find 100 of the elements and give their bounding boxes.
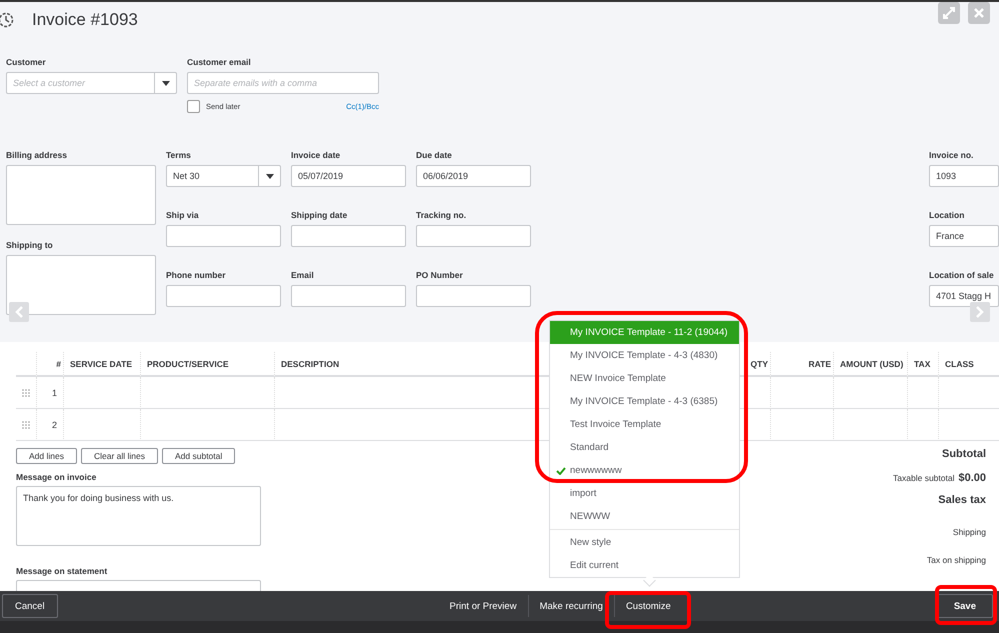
field-label: Tracking no. (416, 210, 468, 221)
field-label: Email (291, 270, 315, 281)
menu-item[interactable]: newwwwww (550, 459, 739, 482)
column-header: PRODUCT/SERVICE (140, 352, 274, 377)
table-cell[interactable] (770, 409, 833, 441)
select-field[interactable]: Net 30 (166, 165, 281, 187)
menu-item[interactable]: My INVOICE Template - 4-3 (6385) (550, 390, 739, 413)
caret-icon (162, 80, 170, 86)
field-label: Shipping to (6, 240, 54, 251)
field-label: Message on statement (16, 566, 108, 576)
table-cell[interactable] (770, 377, 833, 409)
line-number: 2 (36, 409, 63, 441)
save-button[interactable]: Save (936, 594, 993, 618)
field-label: Location of sale (929, 270, 995, 281)
column-header: # (36, 352, 63, 377)
field-value: 4701 Stagg H (935, 291, 992, 301)
caret-icon (266, 174, 274, 178)
menu-item[interactable]: import (550, 482, 739, 505)
table-cell[interactable] (907, 377, 938, 409)
table-cell[interactable] (63, 377, 140, 409)
expand-icon (943, 7, 955, 19)
table-cell[interactable] (63, 409, 140, 441)
field-label: Ship via (166, 210, 200, 221)
history-icon[interactable] (0, 12, 14, 28)
field-label: Message on invoice (16, 472, 98, 482)
close-button[interactable] (968, 2, 990, 24)
chevron-left-icon (15, 306, 23, 318)
column-header: AMOUNT (USD) (833, 352, 907, 377)
placeholder: Select a customer (12, 78, 86, 88)
scroll-left-button[interactable] (9, 302, 29, 322)
table-cell[interactable] (938, 409, 999, 441)
total-label: Shipping (952, 526, 986, 539)
input-field[interactable]: 1093 (929, 165, 999, 187)
line-number: 1 (36, 377, 63, 409)
field-value: Net 30 (172, 171, 201, 181)
table-cell[interactable] (833, 377, 907, 409)
field-label: PO Number (416, 270, 464, 281)
close-icon (974, 8, 984, 18)
drag-handle-icon[interactable] (22, 420, 30, 428)
total-heading: Subtotal (942, 448, 986, 462)
input-field[interactable] (166, 285, 281, 307)
table-cell[interactable] (140, 409, 274, 441)
total-amount: $0.00 (958, 472, 986, 484)
input-field[interactable]: 4701 Stagg H (929, 285, 999, 307)
input-field[interactable]: France (929, 225, 999, 247)
field-value: 06/06/2019 (422, 171, 470, 181)
cancel-button[interactable]: Cancel (2, 594, 58, 618)
field-label: Customer email (187, 57, 252, 68)
field-label: Shipping date (291, 210, 348, 221)
address-field[interactable] (6, 255, 156, 315)
menu-item[interactable]: Edit current (550, 554, 739, 577)
message-field[interactable]: Thank you for doing business with us. (16, 486, 261, 546)
field-label: Terms (166, 150, 192, 161)
column-header: SERVICE DATE (63, 352, 140, 377)
expand-button[interactable] (938, 2, 960, 24)
total-label: Taxable subtotal (893, 473, 954, 483)
column-header: RATE (770, 352, 833, 377)
column-header: QTY (745, 352, 770, 377)
input-field[interactable] (166, 225, 281, 247)
table-cell[interactable] (907, 409, 938, 441)
footer-action[interactable]: Print or Preview (438, 595, 529, 617)
input-field[interactable]: 05/07/2019 (291, 165, 406, 187)
input-field[interactable]: 06/06/2019 (416, 165, 531, 187)
menu-item[interactable]: Standard (550, 436, 739, 459)
column-header: CLASS (938, 352, 999, 377)
table-cell[interactable] (140, 377, 274, 409)
field-label: Location (929, 210, 966, 221)
input-field[interactable] (416, 285, 531, 307)
menu-item[interactable]: NEWWW (550, 505, 739, 528)
placeholder: Separate emails with a comma (193, 78, 318, 88)
field-label: Invoice date (291, 150, 342, 161)
field-label: Billing address (6, 150, 68, 161)
menu-item[interactable]: New style (550, 531, 739, 554)
menu-item[interactable]: Test Invoice Template (550, 413, 739, 436)
table-cell[interactable] (938, 377, 999, 409)
column-header: TAX (907, 352, 938, 377)
address-field[interactable] (6, 165, 156, 225)
window-title: Invoice #1093 (32, 10, 138, 30)
field-label: Invoice no. (929, 150, 974, 161)
drag-handle-icon[interactable] (22, 388, 30, 396)
footer-action[interactable]: Customize (614, 595, 682, 617)
footer-action[interactable]: Make recurring (528, 595, 615, 617)
field-label: Customer (6, 57, 47, 68)
line-button[interactable]: Add lines (16, 448, 77, 464)
field-label: Phone number (166, 270, 227, 281)
line-button[interactable]: Add subtotal (162, 448, 236, 464)
field-value: 05/07/2019 (297, 171, 344, 181)
input-field[interactable] (416, 225, 531, 247)
input-field[interactable] (291, 225, 406, 247)
chevron-right-icon (976, 306, 984, 318)
total-heading: Sales tax (938, 494, 986, 508)
line-button[interactable]: Clear all lines (80, 448, 158, 464)
field-value: France (935, 231, 966, 241)
table-cell[interactable] (833, 409, 907, 441)
field-value: 1093 (935, 171, 958, 181)
field-label: Due date (416, 150, 453, 161)
scroll-right-button[interactable] (970, 302, 990, 322)
highlight-ring (935, 585, 997, 625)
input-field[interactable] (291, 285, 406, 307)
checkbox[interactable] (187, 100, 200, 113)
